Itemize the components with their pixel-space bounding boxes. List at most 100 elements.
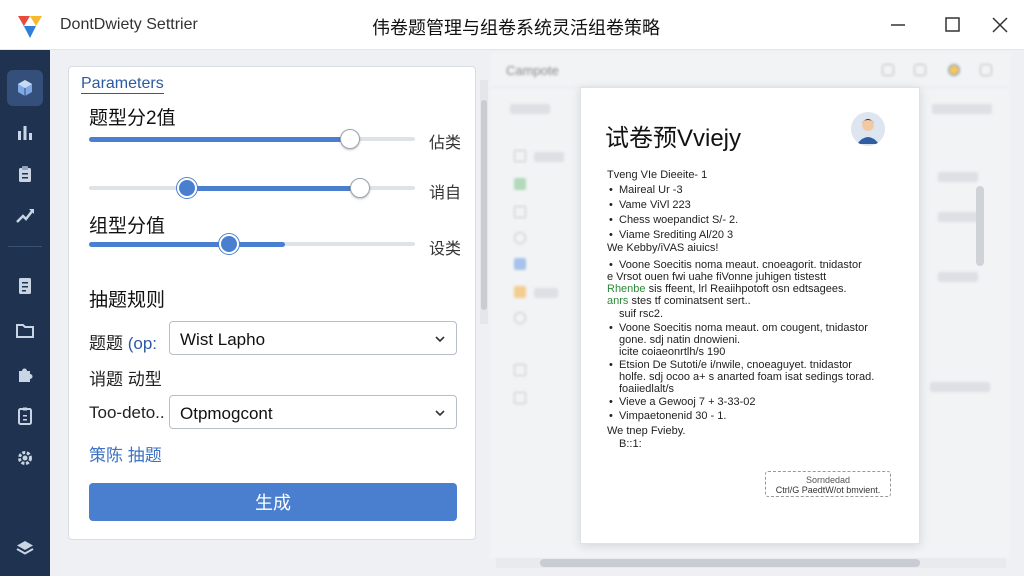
question-type-value: Wist Lapho xyxy=(180,330,266,349)
background-checkbox xyxy=(514,258,526,270)
app-name: DontDwiety Settrier xyxy=(60,16,198,33)
background-checkbox xyxy=(514,286,526,298)
background-row xyxy=(932,104,992,114)
slider-2-fill xyxy=(186,186,360,191)
preview-item: Vame ViVl 223 xyxy=(609,199,691,211)
sidebar-item-documents[interactable] xyxy=(7,268,43,304)
background-row xyxy=(938,172,978,182)
background-row xyxy=(534,152,564,162)
background-row xyxy=(938,212,978,222)
lock-icon xyxy=(882,64,894,76)
slider-3-caption: 设类 xyxy=(429,241,462,258)
user-avatar-icon xyxy=(857,119,879,144)
sidebar-item-files[interactable] xyxy=(7,312,43,348)
field-1-hint: (op: xyxy=(127,334,158,353)
preview-paragraph-line: holfe. sdj ocoo a+ s anarted foam isat s… xyxy=(619,371,875,383)
preview-paragraph-line: Rhenbe sis ffeent, lrl Reaiihpotoft osn … xyxy=(607,283,847,295)
folder-icon xyxy=(16,324,34,338)
background-row xyxy=(534,288,558,298)
preview-paragraph-line: Voone Soecitis noma meaut. om cougent, t… xyxy=(609,322,868,334)
preview-paragraph-line: e Vrsot ouen fwi uahe fiVonne juhigen ti… xyxy=(607,271,827,283)
background-radio xyxy=(514,312,526,324)
field-1-label: 题题 (op: xyxy=(89,329,157,354)
slider-2-low-thumb[interactable] xyxy=(176,178,197,198)
puzzle-icon xyxy=(19,368,33,382)
slider-1-caption: 佔类 xyxy=(429,135,462,152)
slider-1-thumb[interactable] xyxy=(339,129,360,149)
preview-paragraph-line: suif rsc2. xyxy=(619,308,664,320)
gear-icon xyxy=(18,451,32,465)
preview-item: Vieve a Gewooj 7 + 3-33-02 xyxy=(609,396,756,408)
preview-item: Chess woepandict S/- 2. xyxy=(609,214,738,226)
field-3-label: Too-deto.. xyxy=(89,403,165,422)
panel-scrollbar-thumb[interactable] xyxy=(481,100,487,310)
parameters-panel: Parameters 题型分2值 佔类 诮自 组型分值 设类 抽题规则 题题 (… xyxy=(68,66,476,540)
sidebar-item-layers[interactable] xyxy=(7,530,43,566)
minimize-icon xyxy=(891,24,905,26)
field-1-label-text: 题题 xyxy=(89,334,123,353)
preview-paragraph-line: icite coiaeonrtlh/s 190 xyxy=(619,346,726,358)
sidebar-item-tasks[interactable] xyxy=(7,156,43,192)
slider-1-fill xyxy=(89,137,350,142)
trend-icon xyxy=(16,209,34,223)
user-icon xyxy=(948,64,960,76)
window-title: 伟卷题管理与组卷系统灵活组卷策略 xyxy=(372,18,660,38)
preview-closing: We tnep Fvieby. xyxy=(607,425,686,437)
sidebar-divider xyxy=(8,246,42,247)
stamp-line-1: Sorndedad xyxy=(805,475,851,485)
preview-paragraph-line: foaiiedlalt/s xyxy=(619,383,675,395)
share-icon xyxy=(914,64,926,76)
slider-3-thumb[interactable] xyxy=(219,234,240,254)
sidebar-item-settings[interactable] xyxy=(7,440,43,476)
signature-stamp: Sorndedad Ctrl/G PaedtW/ot bmvient. xyxy=(765,471,891,497)
topic-select[interactable]: Otpmogcont xyxy=(169,395,457,429)
preview-item: Vimpaetonenid 30 - 1. xyxy=(609,410,726,422)
document-icon xyxy=(19,278,31,294)
background-radio xyxy=(514,232,526,244)
preview-paragraph-line: Voone Soecitis noma meaut. cnoeagorit. t… xyxy=(609,259,862,271)
background-checkbox xyxy=(514,178,526,190)
maximize-button[interactable] xyxy=(934,10,970,40)
cube-icon xyxy=(18,80,32,96)
close-button[interactable] xyxy=(982,10,1018,40)
preview-paragraph-text: sis ffeent, lrl Reaiihpotoft osn edtsage… xyxy=(648,283,847,295)
rule-heading: 抽题规则 xyxy=(89,290,166,311)
section-group-score-label: 组型分值 xyxy=(89,216,166,237)
section-score-label: 题型分2值 xyxy=(89,108,176,129)
stamp-line-2: Ctrl/G PaedtW/ot bmvient. xyxy=(775,485,881,495)
background-brand: Campote xyxy=(506,63,559,78)
slider-2-high-thumb[interactable] xyxy=(349,178,370,198)
background-checkbox xyxy=(514,364,526,376)
sidebar-item-plugins[interactable] xyxy=(7,356,43,392)
background-checkbox xyxy=(514,206,526,218)
sidebar-item-checklist[interactable] xyxy=(7,398,43,434)
background-header: Campote xyxy=(490,52,1010,88)
strategy-link[interactable]: 策陈 抽题 xyxy=(89,441,162,466)
maximize-icon xyxy=(945,17,960,32)
preview-paragraph-line: anrs stes tf cominatsent sert.. xyxy=(607,295,751,307)
right-scrollbar-thumb[interactable] xyxy=(976,186,984,266)
topic-value: Otpmogcont xyxy=(180,404,273,423)
preview-section-1: Tveng VIe Dieeite- 1 xyxy=(607,169,708,181)
chevron-down-icon xyxy=(435,410,445,417)
sidebar-item-analytics[interactable] xyxy=(7,198,43,234)
exam-preview: 试卷预Vviejy Tveng VIe Dieeite- 1 Maireal U… xyxy=(580,87,920,544)
preview-item: Maireal Ur -3 xyxy=(609,184,683,196)
app-logo-icon xyxy=(18,16,42,38)
horizontal-scrollbar-thumb[interactable] xyxy=(540,559,920,567)
field-2-heading: 诮题 动型 xyxy=(89,370,162,389)
chevron-down-icon xyxy=(435,336,445,343)
sidebar-item-dashboard[interactable] xyxy=(7,70,43,106)
minimize-button[interactable] xyxy=(880,10,916,40)
menu-icon xyxy=(980,64,992,76)
avatar[interactable] xyxy=(851,112,885,146)
sidebar-item-statistics[interactable] xyxy=(7,114,43,150)
generate-button[interactable]: 生成 xyxy=(89,483,457,521)
question-type-select[interactable]: Wist Lapho xyxy=(169,321,457,355)
preview-paragraph-line: Etsion De Sutoti/e i/nwile, cnoeaguyet. … xyxy=(609,359,852,371)
background-row xyxy=(938,272,978,282)
preview-title: 试卷预Vviejy xyxy=(605,125,742,152)
background-row xyxy=(510,104,550,114)
background-checkbox xyxy=(514,392,526,404)
preview-highlight: Rhenbe xyxy=(607,283,646,295)
